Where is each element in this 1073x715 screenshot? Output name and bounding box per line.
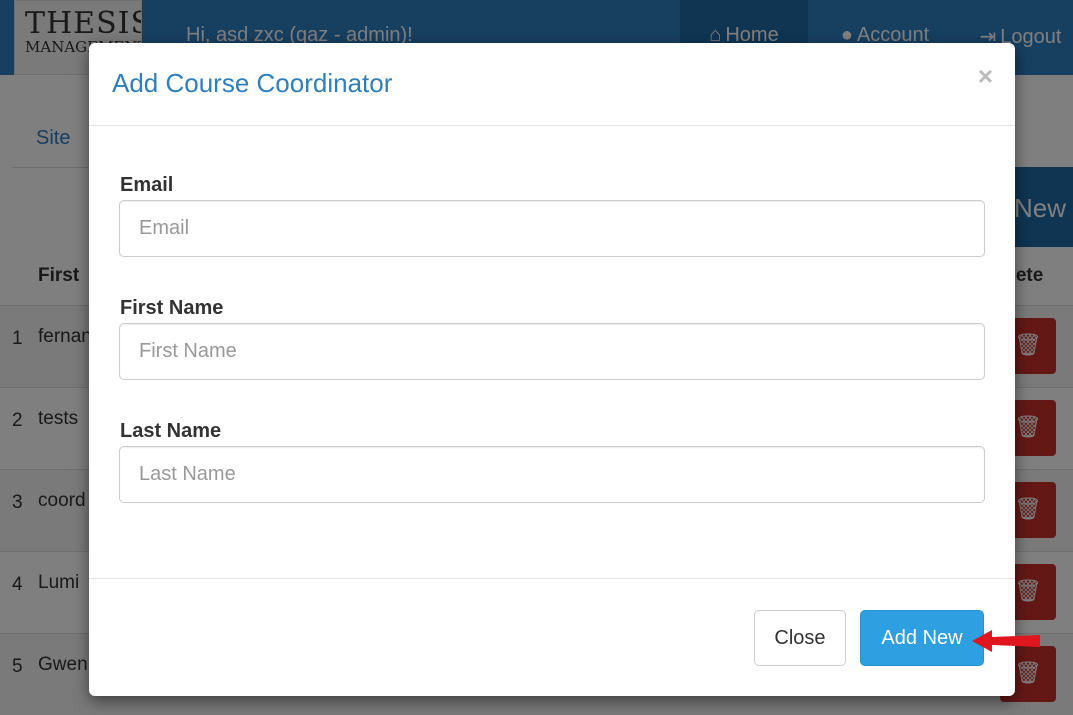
close-button[interactable]: Close [754,610,846,666]
modal-title: Add Course Coordinator [112,68,393,98]
add-course-coordinator-modal: Add Course Coordinator × Email First Nam… [89,43,1015,696]
modal-header: Add Course Coordinator × [89,43,1015,126]
last-name-label: Last Name [120,420,222,442]
modal-footer-divider [89,578,1015,579]
close-icon[interactable]: × [978,63,993,89]
annotation-arrow-icon [972,630,1040,652]
add-new-button[interactable]: Add New [860,610,984,666]
first-name-field[interactable] [119,323,985,380]
email-field[interactable] [119,200,985,257]
email-label: Email [120,174,174,196]
first-name-label: First Name [120,297,224,319]
last-name-field[interactable] [119,446,985,503]
